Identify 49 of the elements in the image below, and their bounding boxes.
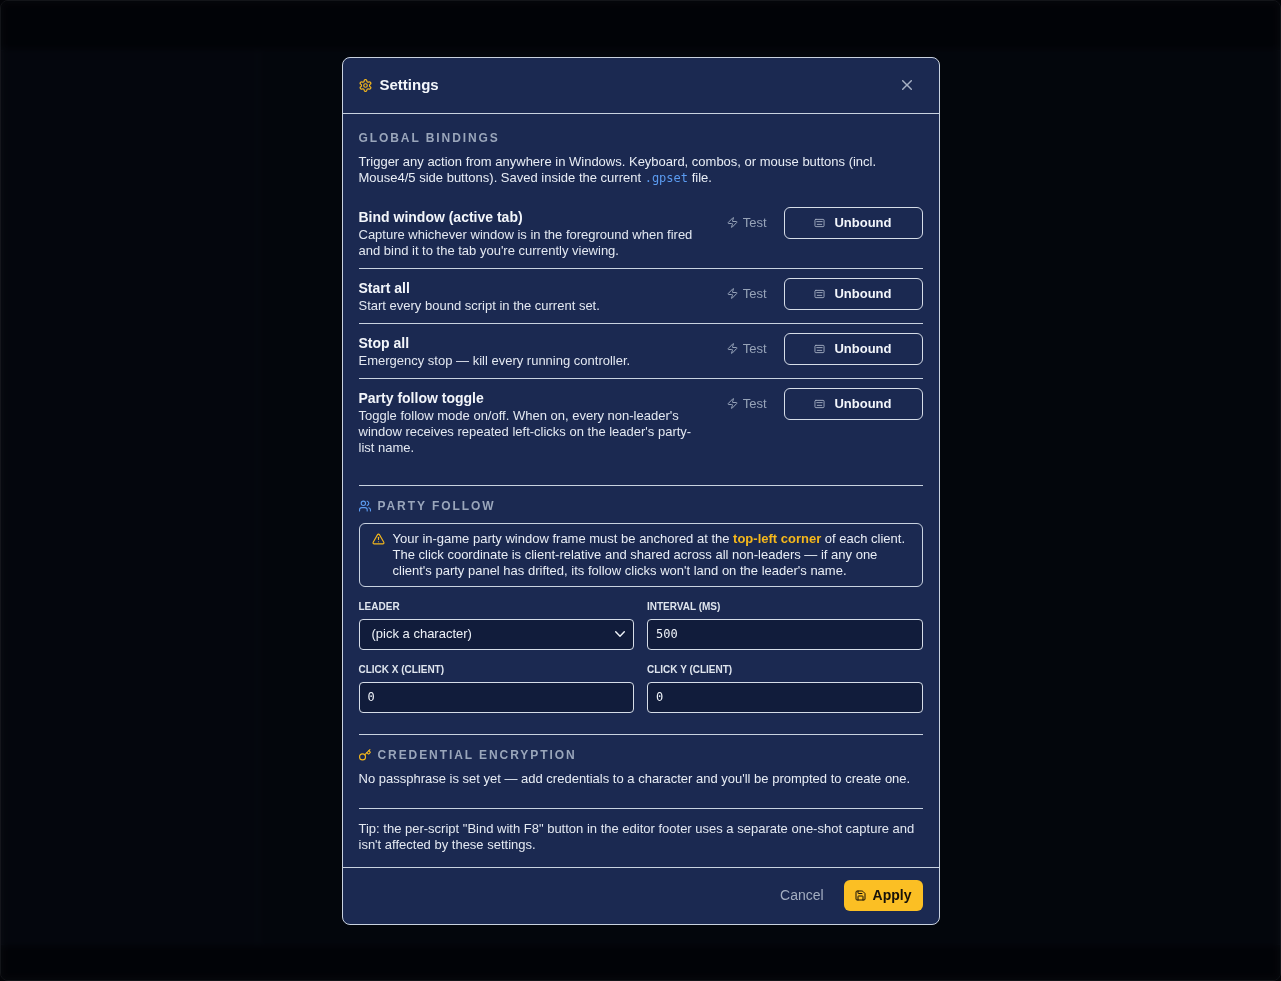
binding-title: Start all — [358, 278, 411, 298]
test-button[interactable]: Test — [726, 387, 767, 420]
tip-text: Tip: the per-script "Bind with F8" button in the editor footer uses a separate one-shot capture and isn't affected by these settings. — [358, 820, 916, 853]
binding-button[interactable]: Unbound — [783, 332, 923, 365]
leader-select[interactable]: (pick a character) — [358, 618, 634, 650]
binding-description: Emergency stop — kill every running controller. — [358, 352, 632, 369]
lightning-icon — [726, 217, 738, 228]
number-field[interactable]: 0 — [647, 681, 923, 713]
binding-title: Party follow toggle — [358, 388, 485, 408]
section-description: Trigger any action from anywhere in Windows. Keyboard, combos, or mouse buttons (incl. Mouse4/5 side buttons). Saved inside the current .gpset file. — [358, 153, 878, 186]
apply-button[interactable]: Apply — [843, 880, 923, 911]
test-button[interactable]: Test — [726, 332, 767, 365]
test-button[interactable]: Test — [726, 206, 767, 239]
lightning-icon — [726, 398, 738, 409]
key-icon — [358, 748, 371, 761]
warning-text: Your in-game party window frame must be anchored at the top-left corner of each client. The click coordinate is client-relative and shared across all non-leaders — if any one client's party panel has drifted, its follow clicks won't land on the leader's name. — [392, 530, 907, 579]
users-icon — [358, 499, 371, 512]
close-icon — [901, 80, 912, 90]
lightning-icon — [726, 288, 738, 299]
test-button[interactable]: Test — [726, 277, 767, 310]
keyboard-icon — [814, 398, 826, 409]
keyboard-icon — [814, 343, 826, 354]
field-label: INTERVAL (MS) — [647, 600, 722, 613]
cancel-button[interactable]: Cancel — [780, 885, 824, 906]
binding-button[interactable]: Unbound — [783, 206, 923, 239]
binding-description: Toggle follow mode on/off. When on, every non-leader's window receives repeated left-clicks on the leader's party-list name. — [358, 407, 693, 456]
section-heading: GLOBAL BINDINGS — [358, 129, 500, 146]
keyboard-icon — [814, 217, 826, 228]
field-label: CLICK Y (CLIENT) — [647, 663, 734, 676]
number-field[interactable]: 0 — [358, 681, 634, 713]
dialog-title: Settings — [379, 74, 439, 95]
gear-icon — [358, 78, 372, 92]
binding-title: Bind window (active tab) — [358, 207, 524, 227]
keyboard-icon — [814, 288, 826, 299]
number-field[interactable]: 500 — [647, 618, 923, 650]
binding-title: Stop all — [358, 333, 411, 353]
warning-icon — [371, 532, 385, 545]
binding-description: Start every bound script in the current set. — [358, 297, 601, 314]
chevron-down-icon — [615, 631, 625, 637]
binding-button[interactable]: Unbound — [783, 387, 923, 420]
field-label: LEADER — [358, 600, 401, 613]
section-heading: PARTY FOLLOW — [377, 497, 496, 514]
section-heading: CREDENTIAL ENCRYPTION — [377, 746, 577, 763]
lightning-icon — [726, 343, 738, 354]
save-icon — [854, 890, 866, 901]
field-label: CLICK X (CLIENT) — [358, 663, 446, 676]
section-description: No passphrase is set yet — add credentials to a character and you'll be prompted to create one. — [358, 770, 912, 787]
binding-description: Capture whichever window is in the foreground when fired and bind it to the tab you're currently viewing. — [358, 226, 694, 259]
binding-button[interactable]: Unbound — [783, 277, 923, 310]
